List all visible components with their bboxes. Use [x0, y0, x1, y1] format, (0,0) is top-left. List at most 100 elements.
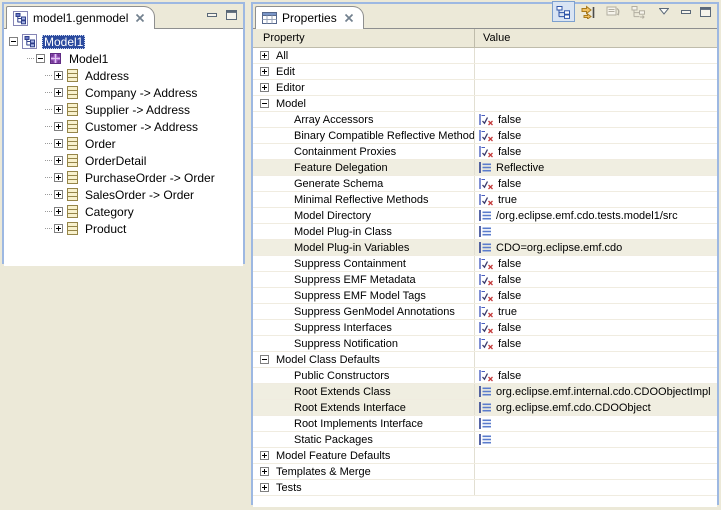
property-row-root-extends-class[interactable]: Root Extends Classorg.eclipse.emf.intern…: [253, 384, 717, 400]
value-cell[interactable]: false: [475, 320, 717, 335]
category-row-model-feature-defaults[interactable]: Model Feature Defaults: [253, 448, 717, 464]
tree-item-address[interactable]: Address: [4, 67, 243, 84]
close-icon[interactable]: [344, 13, 354, 23]
close-icon[interactable]: [135, 13, 145, 23]
category-row-editor[interactable]: Editor: [253, 80, 717, 96]
value-cell[interactable]: [475, 224, 717, 239]
value-cell[interactable]: false: [475, 272, 717, 287]
value-cell[interactable]: false: [475, 288, 717, 303]
property-row-root-extends-interface[interactable]: Root Extends Interfaceorg.eclipse.emf.cd…: [253, 400, 717, 416]
value-cell[interactable]: false: [475, 336, 717, 351]
tree-item-model1[interactable]: Model1: [4, 33, 243, 50]
tab-properties[interactable]: Properties: [255, 6, 364, 29]
property-row-model-directory[interactable]: Model Directory/org.eclipse.emf.cdo.test…: [253, 208, 717, 224]
expand-icon[interactable]: [260, 451, 269, 460]
expand-icon[interactable]: [54, 105, 63, 114]
value-cell[interactable]: CDO=org.eclipse.emf.cdo: [475, 240, 717, 255]
tree-item-salesorder-order[interactable]: SalesOrder -> Order: [4, 186, 243, 203]
tree-item-order[interactable]: Order: [4, 135, 243, 152]
maximize-icon[interactable]: [697, 5, 713, 19]
property-row-suppress-notification[interactable]: Suppress Notificationfalse: [253, 336, 717, 352]
property-row-feature-delegation[interactable]: Feature DelegationReflective: [253, 160, 717, 176]
expand-icon[interactable]: [54, 190, 63, 199]
category-row-model-class-defaults[interactable]: Model Class Defaults: [253, 352, 717, 368]
property-row-generate-schema[interactable]: Generate Schemafalse: [253, 176, 717, 192]
restore-default-value-button[interactable]: [602, 1, 625, 22]
category-row-all[interactable]: All: [253, 48, 717, 64]
category-row-edit[interactable]: Edit: [253, 64, 717, 80]
collapse-icon[interactable]: [36, 54, 45, 63]
tree-item-supplier-address[interactable]: Supplier -> Address: [4, 101, 243, 118]
property-row-suppress-containment[interactable]: Suppress Containmentfalse: [253, 256, 717, 272]
category-row-tests[interactable]: Tests: [253, 480, 717, 496]
property-row-root-implements-interface[interactable]: Root Implements Interface: [253, 416, 717, 432]
maximize-icon[interactable]: [223, 8, 239, 22]
column-header-property[interactable]: Property: [253, 29, 475, 47]
property-row-suppress-interfaces[interactable]: Suppress Interfacesfalse: [253, 320, 717, 336]
value-cell[interactable]: false: [475, 368, 717, 383]
expand-icon[interactable]: [54, 173, 63, 182]
expand-icon[interactable]: [54, 88, 63, 97]
collapse-icon[interactable]: [260, 99, 269, 108]
minimize-icon[interactable]: [678, 5, 694, 19]
property-row-containment-proxies[interactable]: Containment Proxiesfalse: [253, 144, 717, 160]
tree-item-model1[interactable]: Model1: [4, 50, 243, 67]
expand-icon[interactable]: [260, 51, 269, 60]
collapse-icon[interactable]: [260, 355, 269, 364]
property-row-binary-compatible-reflective-methods[interactable]: Binary Compatible Reflective Methodsfals…: [253, 128, 717, 144]
tab-model1-genmodel[interactable]: model1.genmodel: [6, 6, 155, 29]
tree-item-purchaseorder-order[interactable]: PurchaseOrder -> Order: [4, 169, 243, 186]
filter-properties-button[interactable]: [627, 1, 650, 22]
value-cell[interactable]: [475, 96, 717, 111]
property-row-array-accessors[interactable]: Array Accessorsfalse: [253, 112, 717, 128]
value-cell[interactable]: false: [475, 112, 717, 127]
category-row-model[interactable]: Model: [253, 96, 717, 112]
show-advanced-properties-button[interactable]: [577, 1, 600, 22]
tree-item-customer-address[interactable]: Customer -> Address: [4, 118, 243, 135]
minimize-icon[interactable]: [204, 8, 220, 22]
tree-item-product[interactable]: Product: [4, 220, 243, 237]
property-row-suppress-emf-model-tags[interactable]: Suppress EMF Model Tagsfalse: [253, 288, 717, 304]
value-cell[interactable]: org.eclipse.emf.cdo.CDOObject: [475, 400, 717, 415]
column-header-value[interactable]: Value: [475, 32, 717, 44]
tree-item-category[interactable]: Category: [4, 203, 243, 220]
property-row-suppress-genmodel-annotations[interactable]: Suppress GenModel Annotationstrue: [253, 304, 717, 320]
property-row-model-plug-in-variables[interactable]: Model Plug-in VariablesCDO=org.eclipse.e…: [253, 240, 717, 256]
expand-icon[interactable]: [260, 83, 269, 92]
property-row-static-packages[interactable]: Static Packages: [253, 432, 717, 448]
expand-icon[interactable]: [54, 139, 63, 148]
value-cell[interactable]: [475, 432, 717, 447]
property-row-model-plug-in-class[interactable]: Model Plug-in Class: [253, 224, 717, 240]
value-cell[interactable]: [475, 48, 717, 63]
collapse-icon[interactable]: [9, 37, 18, 46]
expand-icon[interactable]: [54, 71, 63, 80]
value-cell[interactable]: Reflective: [475, 160, 717, 175]
value-cell[interactable]: org.eclipse.emf.internal.cdo.CDOObjectIm…: [475, 384, 717, 399]
value-cell[interactable]: [475, 80, 717, 95]
tree-item-company-address[interactable]: Company -> Address: [4, 84, 243, 101]
value-cell[interactable]: [475, 64, 717, 79]
value-cell[interactable]: [475, 416, 717, 431]
value-cell[interactable]: false: [475, 128, 717, 143]
expand-icon[interactable]: [54, 207, 63, 216]
show-categories-button[interactable]: [552, 1, 575, 22]
category-row-templates-merge[interactable]: Templates & Merge: [253, 464, 717, 480]
property-row-public-constructors[interactable]: Public Constructorsfalse: [253, 368, 717, 384]
value-cell[interactable]: [475, 464, 717, 479]
expand-icon[interactable]: [260, 67, 269, 76]
property-row-minimal-reflective-methods[interactable]: Minimal Reflective Methodstrue: [253, 192, 717, 208]
value-cell[interactable]: true: [475, 192, 717, 207]
expand-icon[interactable]: [260, 467, 269, 476]
view-menu-button[interactable]: [652, 1, 675, 22]
value-cell[interactable]: [475, 448, 717, 463]
value-cell[interactable]: true: [475, 304, 717, 319]
value-cell[interactable]: false: [475, 176, 717, 191]
tree-item-orderdetail[interactable]: OrderDetail: [4, 152, 243, 169]
expand-icon[interactable]: [54, 156, 63, 165]
value-cell[interactable]: false: [475, 144, 717, 159]
value-cell[interactable]: /org.eclipse.emf.cdo.tests.model1/src: [475, 208, 717, 223]
expand-icon[interactable]: [54, 122, 63, 131]
property-row-suppress-emf-metadata[interactable]: Suppress EMF Metadatafalse: [253, 272, 717, 288]
value-cell[interactable]: [475, 352, 717, 367]
value-cell[interactable]: false: [475, 256, 717, 271]
